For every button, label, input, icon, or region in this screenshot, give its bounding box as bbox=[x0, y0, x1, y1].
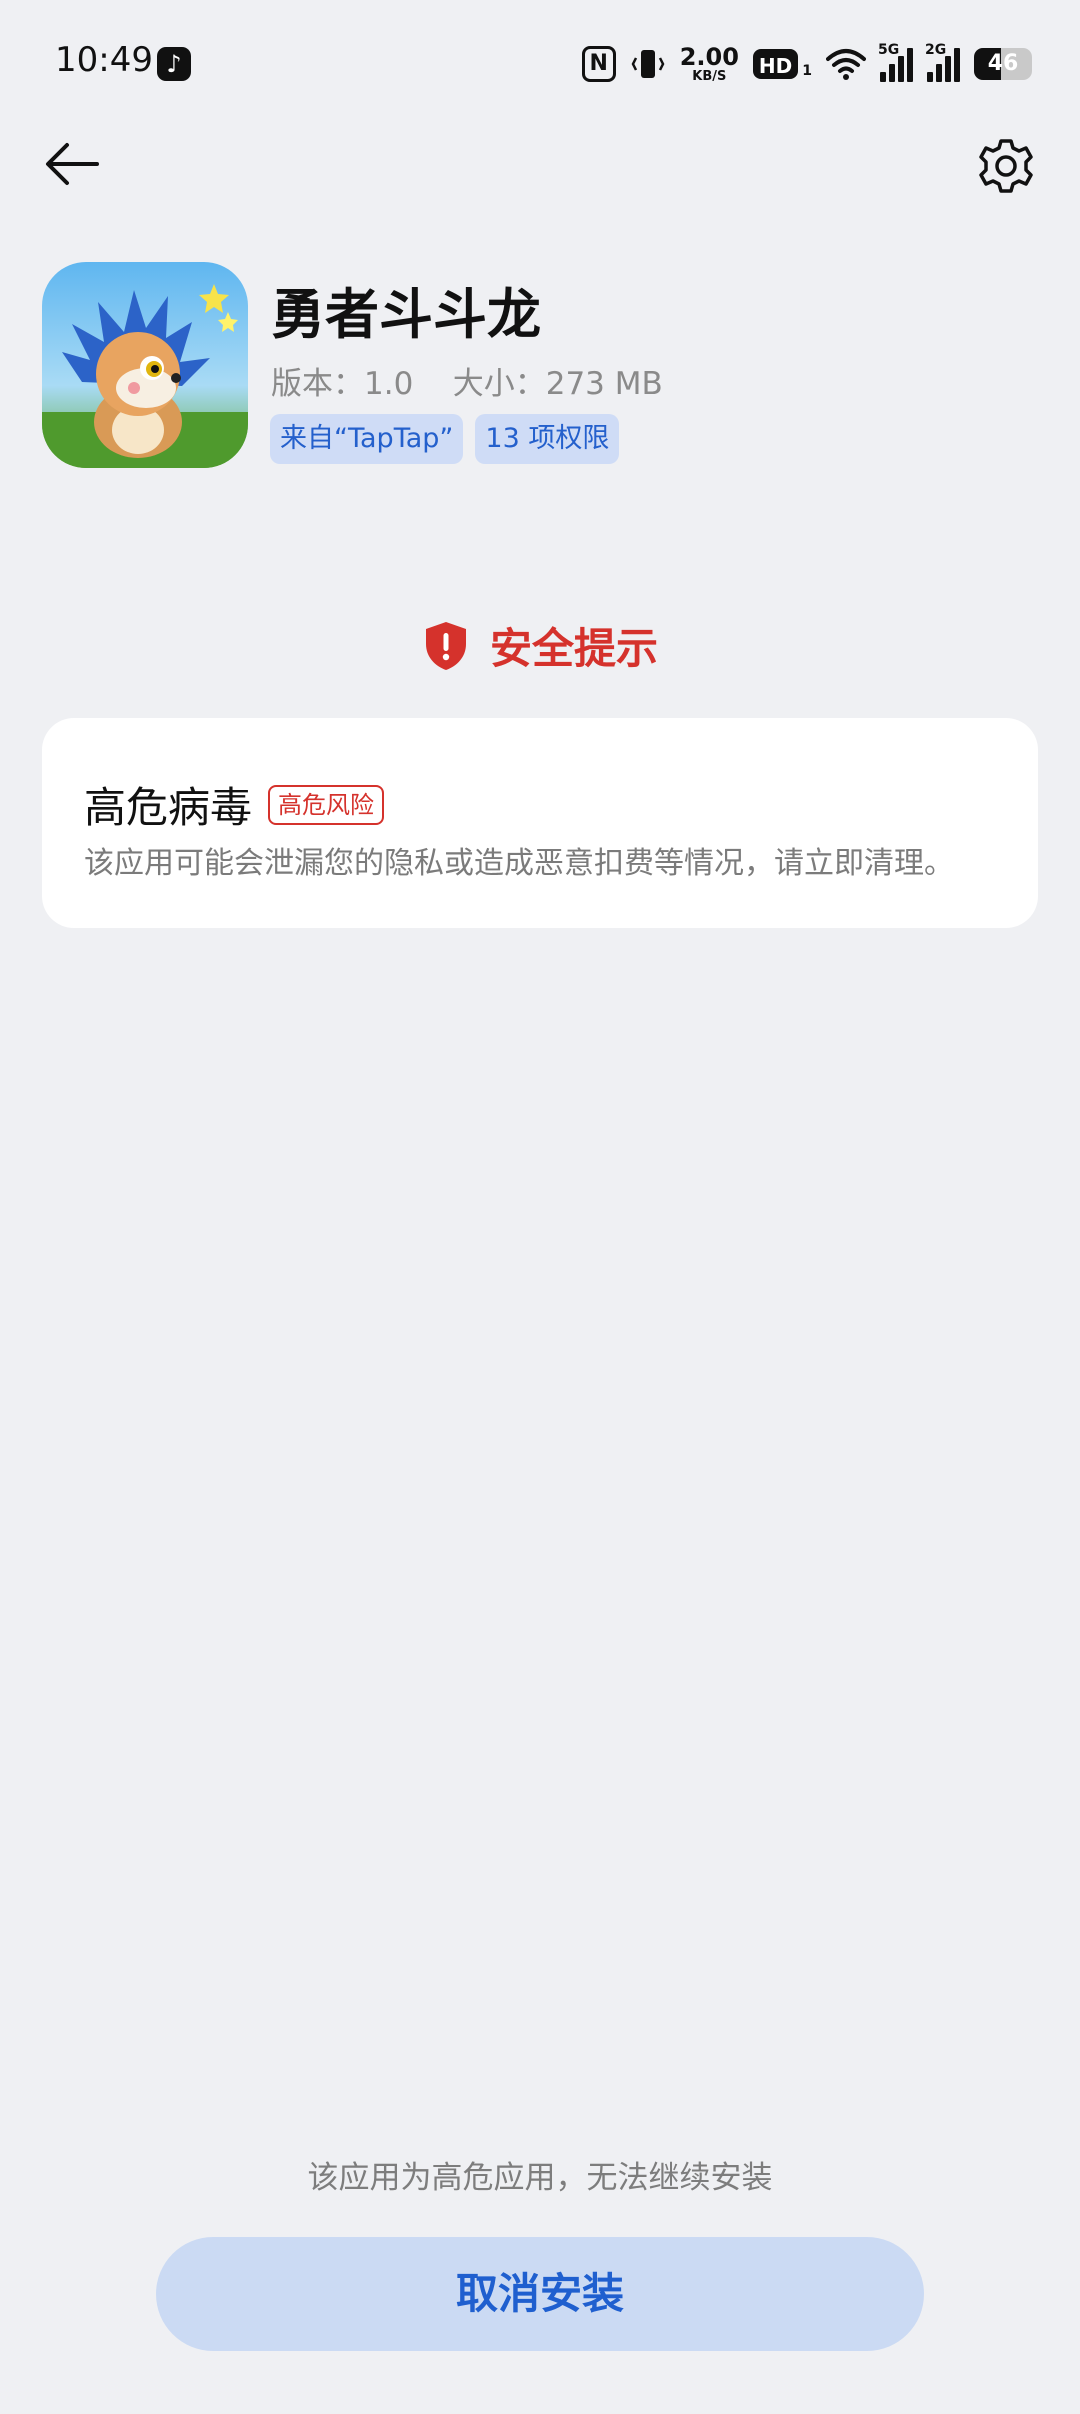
status-icons: N 2.00 KB/S HD 1 5G 2G 46 bbox=[581, 40, 1032, 88]
vibrate-icon bbox=[630, 46, 666, 82]
back-button[interactable] bbox=[36, 128, 108, 200]
wifi-icon bbox=[826, 47, 866, 81]
nfc-icon: N bbox=[581, 46, 616, 82]
signal-2g-icon: 2G bbox=[925, 42, 960, 82]
status-time: 10:49 bbox=[55, 40, 153, 80]
risk-title: 高危病毒 bbox=[84, 783, 253, 832]
hd-sub-label: 1 bbox=[802, 63, 812, 79]
settings-button[interactable] bbox=[968, 128, 1044, 204]
cancel-install-button[interactable]: 取消安装 bbox=[156, 2237, 924, 2351]
gear-icon bbox=[979, 139, 1033, 193]
app-icon bbox=[42, 262, 248, 468]
arrow-left-icon bbox=[46, 143, 99, 185]
risk-description: 该应用可能会泄漏您的隐私或造成恶意扣费等情况，请立即清理。 bbox=[84, 846, 954, 881]
signal-5g-icon: 5G bbox=[878, 42, 913, 82]
permissions-tag[interactable]: 13 项权限 bbox=[475, 414, 620, 464]
network-speed: 2.00 KB/S bbox=[679, 43, 739, 84]
app-meta: 版本：1.0 大小：273 MB bbox=[271, 366, 663, 402]
app-name: 勇者斗斗龙 bbox=[271, 283, 541, 346]
shield-alert-icon bbox=[425, 621, 466, 670]
security-heading: 安全提示 bbox=[0, 615, 1080, 676]
battery-icon: 46 bbox=[974, 48, 1032, 80]
install-blocked-notice: 该应用为高危应用，无法继续安装 bbox=[307, 2160, 773, 2196]
app-tags: 来自“TapTap” 13 项权限 bbox=[270, 414, 620, 464]
risk-badge: 高危风险 bbox=[268, 784, 385, 825]
risk-card: 高危病毒 高危风险 该应用可能会泄漏您的隐私或造成恶意扣费等情况，请立即清理。 bbox=[42, 718, 1038, 928]
security-title: 安全提示 bbox=[489, 624, 658, 673]
hd-icon: HD bbox=[752, 49, 799, 79]
source-tag[interactable]: 来自“TapTap” bbox=[270, 414, 464, 464]
tiktok-icon: ♪ bbox=[157, 47, 191, 81]
